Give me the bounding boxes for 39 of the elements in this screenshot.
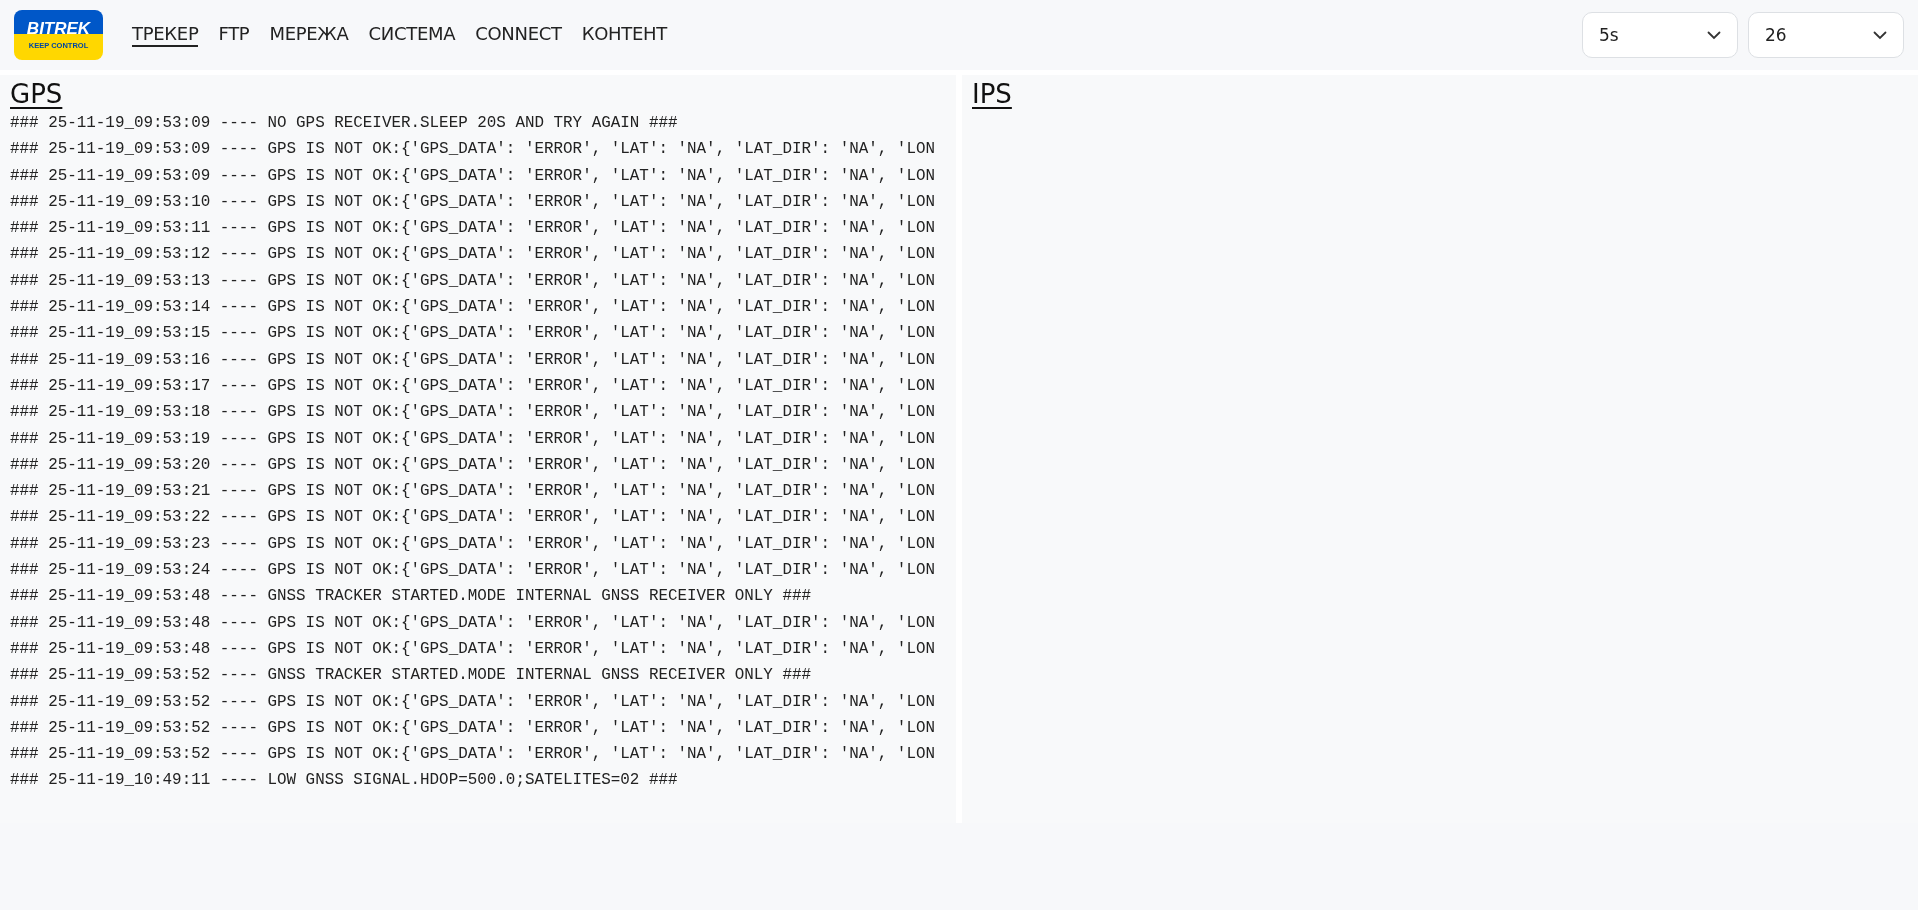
dropdown[interactable]: 26 [1748,12,1904,58]
log-line: ### 25-11-19_09:53:52 ---- GPS IS NOT OK:{'GPS_DATA': 'ERROR', 'LAT': 'NA', 'LAT_DIR': 'NA', 'LON [10,744,935,766]
log-line: ### 25-11-19_09:53:12 ---- GPS IS NOT OK:{'GPS_DATA': 'ERROR', 'LAT': 'NA', 'LAT_DIR': 'NA', 'LON [10,244,935,266]
log-line: ### 25-11-19_09:53:14 ---- GPS IS NOT OK:{'GPS_DATA': 'ERROR', 'LAT': 'NA', 'LAT_DIR': 'NA', 'LON [10,297,935,319]
log-line: ### 25-11-19_09:53:23 ---- GPS IS NOT OK:{'GPS_DATA': 'ERROR', 'LAT': 'NA', 'LAT_DIR': 'NA', 'LON [10,533,935,555]
log-line: ### 25-11-19_10:49:11 ---- LOW GNSS SIGNAL.HDOP=500.0;SATELITES=02 ### [10,770,678,792]
log-line: ### 25-11-19_09:53:22 ---- GPS IS NOT OK:{'GPS_DATA': 'ERROR', 'LAT': 'NA', 'LAT_DIR': 'NA', 'LON [10,507,935,529]
log-line: ### 25-11-19_09:53:48 ---- GPS IS NOT OK:{'GPS_DATA': 'ERROR', 'LAT': 'NA', 'LAT_DIR': 'NA', 'LON [10,612,935,634]
log-line: ### 25-11-19_09:53:24 ---- GPS IS NOT OK:{'GPS_DATA': 'ERROR', 'LAT': 'NA', 'LAT_DIR': 'NA', 'LON [10,560,935,582]
log-line: ### 25-11-19_09:53:20 ---- GPS IS NOT OK:{'GPS_DATA': 'ERROR', 'LAT': 'NA', 'LAT_DIR': 'NA', 'LON [10,454,935,476]
logo-name: BITREK [26,20,91,38]
log-line: ### 25-11-19_09:53:52 ---- GPS IS NOT OK:{'GPS_DATA': 'ERROR', 'LAT': 'NA', 'LAT_DIR': 'NA', 'LON [10,717,935,739]
nav-link[interactable]: FTP [218,23,250,47]
chevron-down-icon [1873,30,1887,40]
log-line: ### 25-11-19_09:53:09 ---- GPS IS NOT OK:{'GPS_DATA': 'ERROR', 'LAT': 'NA', 'LAT_DIR': 'NA', 'LON [10,139,935,161]
log-line: ### 25-11-19_09:53:17 ---- GPS IS NOT OK:{'GPS_DATA': 'ERROR', 'LAT': 'NA', 'LAT_DIR': 'NA', 'LON [10,375,935,397]
chevron-down-icon [1707,30,1721,40]
log-line: ### 25-11-19_09:53:09 ---- NO GPS RECEIVER.SLEEP 20S AND TRY AGAIN ### [10,113,678,134]
nav-link[interactable]: ТРЕКЕР [132,23,199,47]
log-line: ### 25-11-19_09:53:11 ---- GPS IS NOT OK:{'GPS_DATA': 'ERROR', 'LAT': 'NA', 'LAT_DIR': 'NA', 'LON [10,218,935,240]
log-line: ### 25-11-19_09:53:16 ---- GPS IS NOT OK:{'GPS_DATA': 'ERROR', 'LAT': 'NA', 'LAT_DIR': 'NA', 'LON [10,349,935,371]
log-line: ### 25-11-19_09:53:15 ---- GPS IS NOT OK:{'GPS_DATA': 'ERROR', 'LAT': 'NA', 'LAT_DIR': 'NA', 'LON [10,323,935,345]
nav-link[interactable]: CONNECT [475,23,562,47]
log-line: ### 25-11-19_09:53:10 ---- GPS IS NOT OK:{'GPS_DATA': 'ERROR', 'LAT': 'NA', 'LAT_DIR': 'NA', 'LON [10,191,935,213]
panel-title: IPS [972,79,1012,109]
nav-link[interactable]: МЕРЕЖА [269,23,349,47]
nav-link[interactable]: СИСТЕМА [368,23,456,47]
log-line: ### 25-11-19_09:53:48 ---- GNSS TRACKER STARTED.MODE INTERNAL GNSS RECEIVER ONLY ### [10,586,812,608]
log-line: ### 25-11-19_09:53:52 ---- GPS IS NOT OK:{'GPS_DATA': 'ERROR', 'LAT': 'NA', 'LAT_DIR': 'NA', 'LON [10,691,935,713]
log-line: ### 25-11-19_09:53:13 ---- GPS IS NOT OK:{'GPS_DATA': 'ERROR', 'LAT': 'NA', 'LAT_DIR': 'NA', 'LON [10,270,935,292]
log-line: ### 25-11-19_09:53:18 ---- GPS IS NOT OK:{'GPS_DATA': 'ERROR', 'LAT': 'NA', 'LAT_DIR': 'NA', 'LON [10,402,935,424]
dropdown[interactable]: 5s [1582,12,1738,58]
log-line: ### 25-11-19_09:53:19 ---- GPS IS NOT OK:{'GPS_DATA': 'ERROR', 'LAT': 'NA', 'LAT_DIR': 'NA', 'LON [10,428,935,450]
log-line: ### 25-11-19_09:53:21 ---- GPS IS NOT OK:{'GPS_DATA': 'ERROR', 'LAT': 'NA', 'LAT_DIR': 'NA', 'LON [10,481,935,503]
log-line: ### 25-11-19_09:53:48 ---- GPS IS NOT OK:{'GPS_DATA': 'ERROR', 'LAT': 'NA', 'LAT_DIR': 'NA', 'LON [10,638,935,660]
nav-link[interactable]: КОНТЕНТ [581,23,667,47]
log-line: ### 25-11-19_09:53:52 ---- GNSS TRACKER STARTED.MODE INTERNAL GNSS RECEIVER ONLY ### [10,665,812,687]
panel-title: GPS [10,79,63,109]
log-line: ### 25-11-19_09:53:09 ---- GPS IS NOT OK:{'GPS_DATA': 'ERROR', 'LAT': 'NA', 'LAT_DIR': 'NA', 'LON [10,165,935,187]
